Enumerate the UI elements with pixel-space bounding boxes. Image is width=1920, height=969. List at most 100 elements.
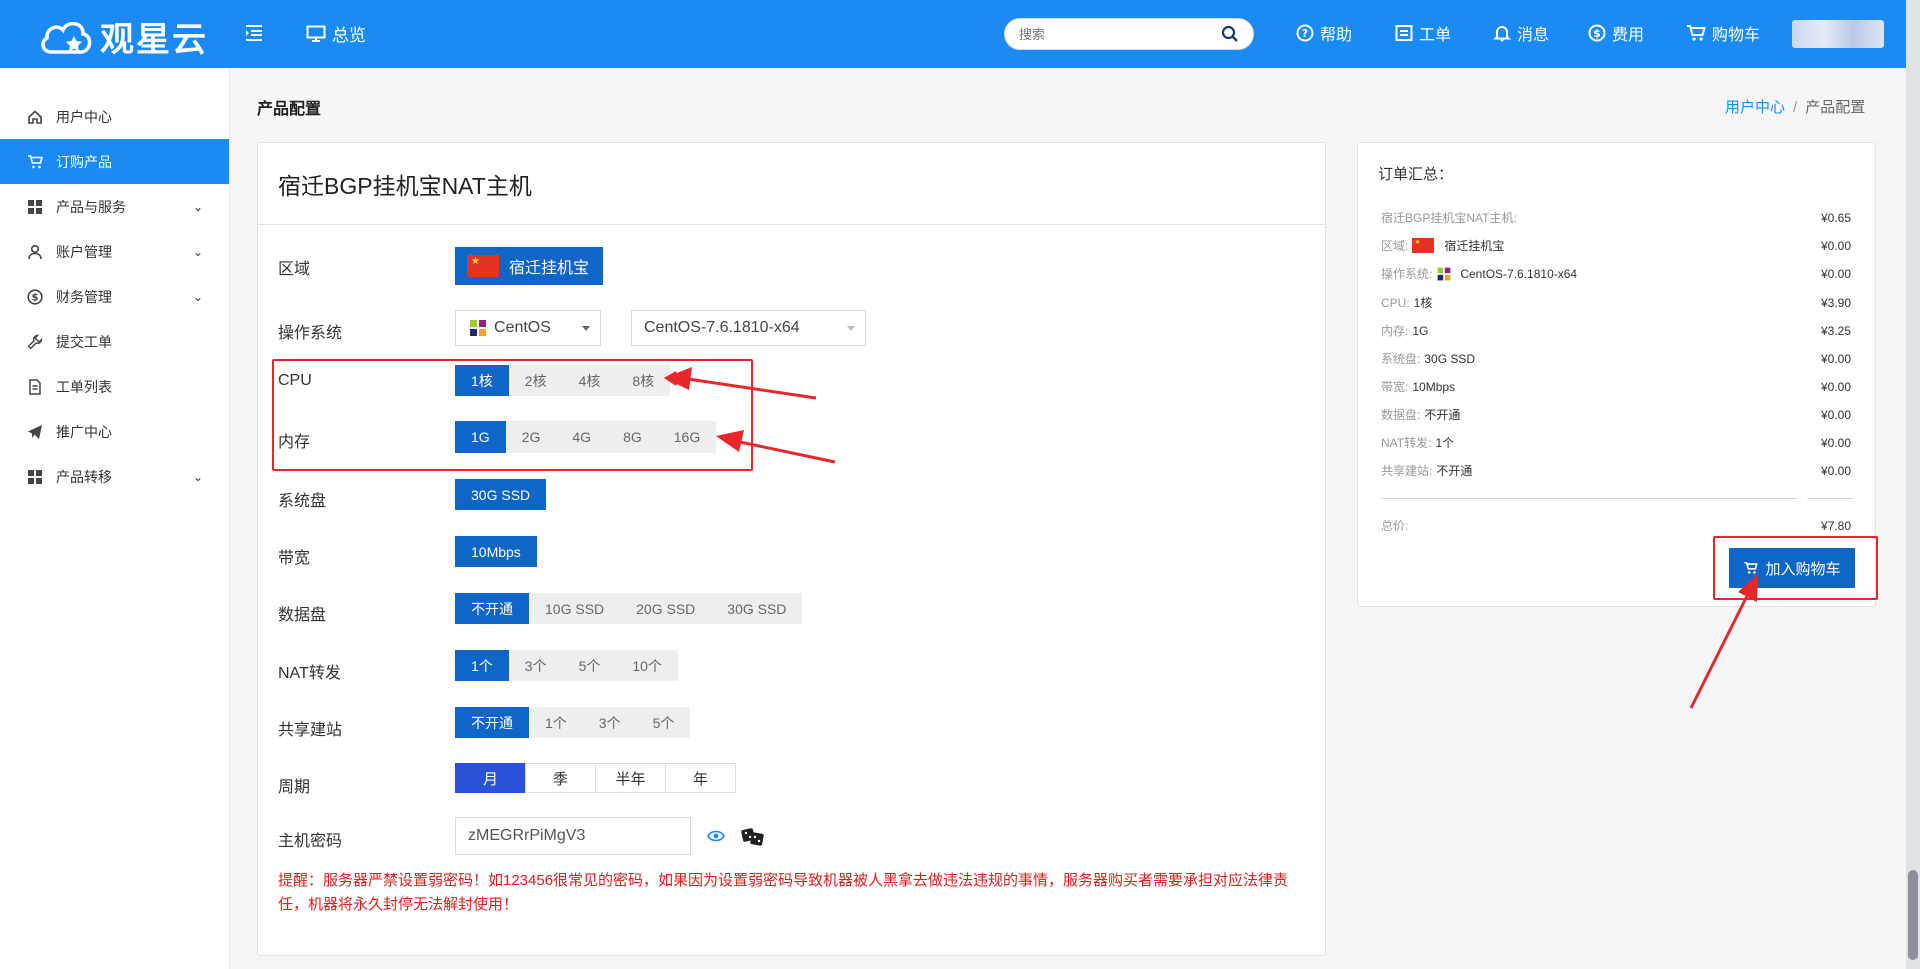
scrollbar-thumb[interactable]	[1908, 870, 1918, 960]
summary-row: 带宽: 10Mbps ¥0.00	[1381, 378, 1851, 395]
summary-value: 不开通	[1424, 408, 1461, 422]
sidebar-item-label: 账户管理	[56, 243, 112, 260]
document-icon	[26, 378, 44, 396]
brand-logo[interactable]: 观星云	[38, 12, 208, 61]
summary-value: 1核	[1413, 296, 1433, 310]
region-option-selected[interactable]: ★ 宿迁挂机宝	[455, 247, 604, 285]
nat-options: 1个 3个 5个 10个	[455, 650, 678, 681]
annotation-box-add-to-cart	[1713, 536, 1878, 600]
os-selects: CentOS CentOS-7.6.1810-x64	[455, 310, 866, 346]
user-avatar[interactable]	[1792, 20, 1884, 48]
period-label: 周期	[278, 779, 311, 796]
sidebar-item-products-services[interactable]: 产品与服务 ⌄	[0, 184, 229, 229]
summary-price: ¥3.90	[1820, 295, 1851, 310]
summary-price: ¥0.00	[1820, 407, 1851, 422]
bandwidth-option[interactable]: 10Mbps	[455, 536, 537, 567]
summary-key: 宿迁BGP挂机宝NAT主机:	[1381, 211, 1517, 225]
shared-site-option[interactable]: 3个	[582, 707, 637, 738]
chevron-down-icon: ⌄	[192, 199, 203, 214]
search-box	[1004, 18, 1254, 50]
summary-price: ¥0.65	[1820, 210, 1851, 225]
data-disk-option[interactable]: 不开通	[455, 593, 529, 624]
dollar-circle-icon: $	[1588, 24, 1606, 42]
data-disk-option[interactable]: 20G SSD	[620, 593, 712, 624]
home-icon	[26, 108, 44, 126]
shared-site-option[interactable]: 1个	[529, 707, 583, 738]
summary-divider	[1381, 498, 1797, 499]
period-option[interactable]: 年	[665, 763, 736, 793]
os-family-select[interactable]: CentOS	[455, 310, 601, 346]
chevron-down-icon: ⌄	[192, 289, 203, 304]
summary-row: 数据盘: 不开通 ¥0.00	[1381, 406, 1851, 423]
password-label: 主机密码	[278, 833, 343, 850]
period-options: 月 季 半年 年	[455, 763, 736, 793]
summary-total-value: ¥7.80	[1820, 518, 1851, 533]
period-option[interactable]: 月	[455, 763, 526, 793]
period-option[interactable]: 半年	[595, 763, 666, 793]
sidebar-item-product-transfer[interactable]: 产品转移 ⌄	[0, 454, 229, 499]
sidebar: 用户中心 订购产品 产品与服务 ⌄ 账户管理 ⌄ $ 财务管理 ⌄ 提交工单 工…	[0, 68, 230, 969]
shared-site-options: 不开通 1个 3个 5个	[455, 707, 691, 738]
page-scrollbar[interactable]	[1906, 0, 1920, 969]
sidebar-item-label: 订购产品	[56, 153, 112, 170]
help-label: 帮助	[1320, 27, 1353, 44]
product-config-card: 宿迁BGP挂机宝NAT主机 区域 ★ 宿迁挂机宝 操作系统 CentOS Cen…	[257, 142, 1326, 956]
brand-name: 观星云	[100, 21, 208, 59]
summary-row: NAT转发: 1个 ¥0.00	[1381, 434, 1851, 451]
summary-key: CPU:	[1381, 295, 1410, 310]
os-label: 操作系统	[278, 325, 343, 342]
sidebar-item-order-product[interactable]: 订购产品	[0, 139, 229, 184]
dice-icon[interactable]	[741, 826, 765, 846]
summary-value: 不开通	[1436, 464, 1473, 478]
eye-icon[interactable]	[707, 830, 725, 842]
nat-option[interactable]: 1个	[455, 650, 509, 681]
system-disk-option[interactable]: 30G SSD	[455, 479, 547, 510]
summary-value: 10Mbps	[1412, 379, 1456, 394]
password-input[interactable]	[455, 817, 691, 855]
data-disk-options: 不开通 10G SSD 20G SSD 30G SSD	[455, 593, 803, 624]
shopping-cart-icon	[1687, 25, 1706, 41]
nat-option[interactable]: 10个	[616, 650, 678, 681]
search-input[interactable]	[1019, 26, 1221, 42]
data-disk-option[interactable]: 10G SSD	[529, 593, 621, 624]
shared-site-option[interactable]: 不开通	[455, 707, 529, 738]
sidebar-item-finance[interactable]: $ 财务管理 ⌄	[0, 274, 229, 319]
cart-link[interactable]: 购物车	[1686, 21, 1760, 45]
user-icon	[26, 243, 44, 261]
shared-site-option[interactable]: 5个	[636, 707, 691, 738]
question-circle-icon: ?	[1296, 24, 1314, 42]
sidebar-item-promotion[interactable]: 推广中心	[0, 409, 229, 454]
breadcrumb-home-link[interactable]: 用户中心	[1725, 99, 1785, 116]
sidebar-item-user-center[interactable]: 用户中心	[0, 94, 229, 139]
menu-toggle-icon[interactable]	[244, 22, 264, 48]
china-flag-icon: ★	[1412, 238, 1435, 253]
nat-option[interactable]: 5个	[562, 650, 617, 681]
summary-total-label: 总价:	[1381, 519, 1409, 533]
nat-option[interactable]: 3个	[508, 650, 563, 681]
sidebar-item-account[interactable]: 账户管理 ⌄	[0, 229, 229, 274]
summary-value: 宿迁挂机宝	[1444, 239, 1505, 253]
summary-value: CentOS-7.6.1810-x64	[1460, 266, 1578, 281]
overview-link[interactable]: 总览	[306, 21, 366, 46]
caret-down-icon	[582, 326, 590, 331]
breadcrumb: 用户中心 / 产品配置	[1725, 96, 1865, 117]
system-disk-label: 系统盘	[278, 493, 327, 510]
shared-site-label: 共享建站	[278, 722, 343, 739]
summary-key: 内存:	[1381, 324, 1409, 338]
sidebar-item-submit-ticket[interactable]: 提交工单	[0, 319, 229, 364]
help-link[interactable]: ? 帮助	[1296, 21, 1352, 45]
summary-key: 区域:	[1381, 239, 1409, 253]
fee-link[interactable]: $ 费用	[1588, 21, 1644, 45]
region-option-label: 宿迁挂机宝	[509, 260, 590, 277]
os-version-select[interactable]: CentOS-7.6.1810-x64	[631, 310, 866, 346]
sidebar-item-ticket-list[interactable]: 工单列表	[0, 364, 229, 409]
data-disk-option[interactable]: 30G SSD	[711, 593, 803, 624]
summary-key: 共享建站:	[1381, 464, 1433, 478]
summary-price: ¥0.00	[1820, 351, 1851, 366]
summary-value: 30G SSD	[1424, 351, 1476, 366]
ticket-link[interactable]: 工单	[1395, 21, 1451, 45]
region-label: 区域	[278, 261, 311, 278]
period-option[interactable]: 季	[525, 763, 596, 793]
message-link[interactable]: 消息	[1493, 21, 1549, 45]
search-icon[interactable]	[1221, 25, 1239, 43]
